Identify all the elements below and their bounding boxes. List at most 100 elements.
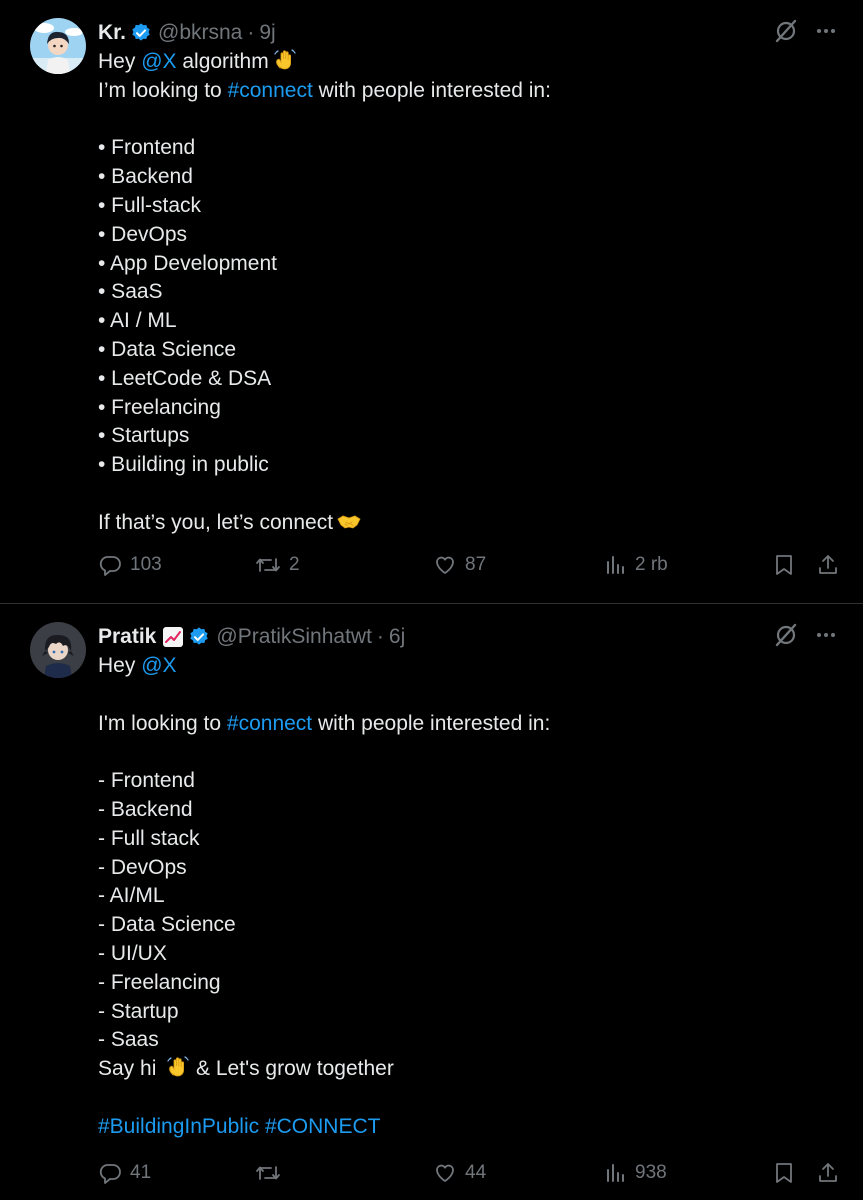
repost-icon	[255, 1161, 281, 1185]
more-options-icon[interactable]	[815, 624, 837, 646]
share-icon	[817, 1161, 839, 1185]
bookmark-button[interactable]	[773, 553, 817, 577]
tweet-text-line: • AI / ML	[98, 307, 837, 336]
grok-icon[interactable]	[773, 622, 799, 648]
text-segment: & Let's grow together	[190, 1057, 394, 1081]
tweet-text-line: • Backend	[98, 163, 837, 192]
text-segment: - Freelancing	[98, 970, 221, 994]
tweet-text-line: • Full-stack	[98, 192, 837, 221]
text-segment: • Full-stack	[98, 193, 202, 217]
text-segment: • Backend	[98, 165, 193, 189]
text-segment: • AI / ML	[98, 309, 177, 333]
text-segment: If that’s you, let’s connect	[98, 510, 334, 534]
tweet-actions: 103 2 87 2 rb	[98, 553, 843, 577]
tweet-text-line: Say hi & Let's grow together	[98, 1055, 837, 1084]
tweet-header: Pratik @PratikSinhatwt · 6j	[98, 622, 837, 652]
tweet-text-line: - Startup	[98, 998, 837, 1027]
views-button[interactable]: 2 rb	[605, 553, 773, 577]
hashtag-link[interactable]: #connect	[228, 79, 313, 102]
bookmark-button[interactable]	[773, 1161, 817, 1185]
text-segment: I'm looking to	[98, 711, 227, 735]
tweet[interactable]: Pratik @PratikSinhatwt · 6j Hey @X I'm l…	[0, 604, 863, 1200]
repost-count: 2	[289, 554, 300, 575]
share-button[interactable]	[817, 1161, 839, 1185]
share-button[interactable]	[817, 553, 839, 577]
tweet-text-line: • App Development	[98, 250, 837, 279]
views-button[interactable]: 938	[605, 1161, 773, 1185]
reply-button[interactable]: 41	[98, 1161, 255, 1185]
text-segment: • LeetCode & DSA	[98, 366, 272, 390]
text-segment: - Full stack	[98, 826, 200, 850]
heart-icon	[433, 1161, 457, 1185]
avatar[interactable]	[30, 18, 86, 74]
timestamp[interactable]: 6j	[389, 625, 405, 649]
tweet-text-line: - DevOps	[98, 854, 837, 883]
timestamp[interactable]: 9j	[259, 21, 275, 45]
text-segment: • Freelancing	[98, 395, 221, 419]
separator-dot: ·	[376, 625, 384, 648]
tweet-text-line: If that’s you, let’s connect	[98, 509, 837, 538]
tweet-text-line: • Data Science	[98, 336, 837, 365]
tweet-text-line: • Frontend	[98, 134, 837, 163]
repost-button[interactable]	[255, 1161, 433, 1185]
tweet[interactable]: Kr. @bkrsna · 9j Hey @X algorithm I’m loo…	[0, 0, 863, 604]
views-count: 938	[635, 1162, 667, 1183]
text-segment: - UI/UX	[98, 941, 167, 965]
waving-hand-emoji-icon	[273, 48, 297, 72]
tweet-text-line: - Freelancing	[98, 969, 837, 998]
tweet-text-line: - UI/UX	[98, 940, 837, 969]
display-name[interactable]: Pratik	[98, 625, 156, 649]
hashtag-link[interactable]: #connect	[227, 712, 312, 735]
hashtag-link[interactable]: #CONNECT	[265, 1115, 381, 1138]
tweet-text-line: • DevOps	[98, 221, 837, 250]
bookmark-icon	[773, 1161, 795, 1185]
mention-link[interactable]: @X	[141, 50, 176, 73]
tweet-text-line: - AI/ML	[98, 882, 837, 911]
reply-icon	[98, 1161, 122, 1185]
tweet-text-line: - Backend	[98, 796, 837, 825]
tweet-text-line: • Startups	[98, 422, 837, 451]
tweet-text-line: • SaaS	[98, 278, 837, 307]
reply-count: 41	[130, 1162, 152, 1183]
avatar[interactable]	[30, 622, 86, 678]
verified-badge-icon	[188, 626, 210, 648]
waving-hand-emoji-icon	[166, 1055, 190, 1079]
text-segment: algorithm	[176, 50, 269, 73]
text-segment: - DevOps	[98, 855, 187, 879]
like-button[interactable]: 87	[433, 553, 605, 577]
display-name[interactable]: Kr.	[98, 21, 126, 45]
text-segment: - Data Science	[98, 913, 236, 937]
tweet-text-line: I’m looking to #connect with people inte…	[98, 77, 837, 106]
grok-icon[interactable]	[773, 18, 799, 44]
text-segment: - Frontend	[98, 769, 195, 793]
text-segment: • Startups	[98, 424, 190, 448]
reply-count: 103	[130, 554, 162, 575]
tweet-text-line: - Frontend	[98, 767, 837, 796]
repost-icon	[255, 553, 281, 577]
repost-button[interactable]: 2	[255, 553, 433, 577]
text-segment: - Startup	[98, 999, 179, 1023]
like-count: 44	[465, 1162, 487, 1183]
text-segment: with people interested in:	[312, 78, 551, 102]
text-segment: Hey	[98, 654, 142, 677]
text-segment: Say hi	[98, 1057, 163, 1081]
text-segment: • SaaS	[98, 280, 163, 304]
tweet-text-line: Hey @X algorithm	[98, 48, 837, 77]
user-handle[interactable]: @bkrsna	[158, 21, 242, 45]
user-handle[interactable]: @PratikSinhatwt	[216, 625, 372, 649]
text-segment: • DevOps	[98, 222, 188, 246]
like-button[interactable]: 44	[433, 1161, 605, 1185]
reply-button[interactable]: 103	[98, 553, 255, 577]
tweet-text-line: Hey @X	[98, 652, 837, 681]
text-segment: - Saas	[98, 1028, 159, 1052]
more-options-icon[interactable]	[815, 20, 837, 42]
hashtag-link[interactable]: #BuildingInPublic	[98, 1115, 259, 1138]
mention-link[interactable]: @X	[141, 654, 176, 677]
tweet-text-line: - Data Science	[98, 911, 837, 940]
text-segment: • Building in public	[98, 453, 269, 477]
like-count: 87	[465, 554, 487, 575]
